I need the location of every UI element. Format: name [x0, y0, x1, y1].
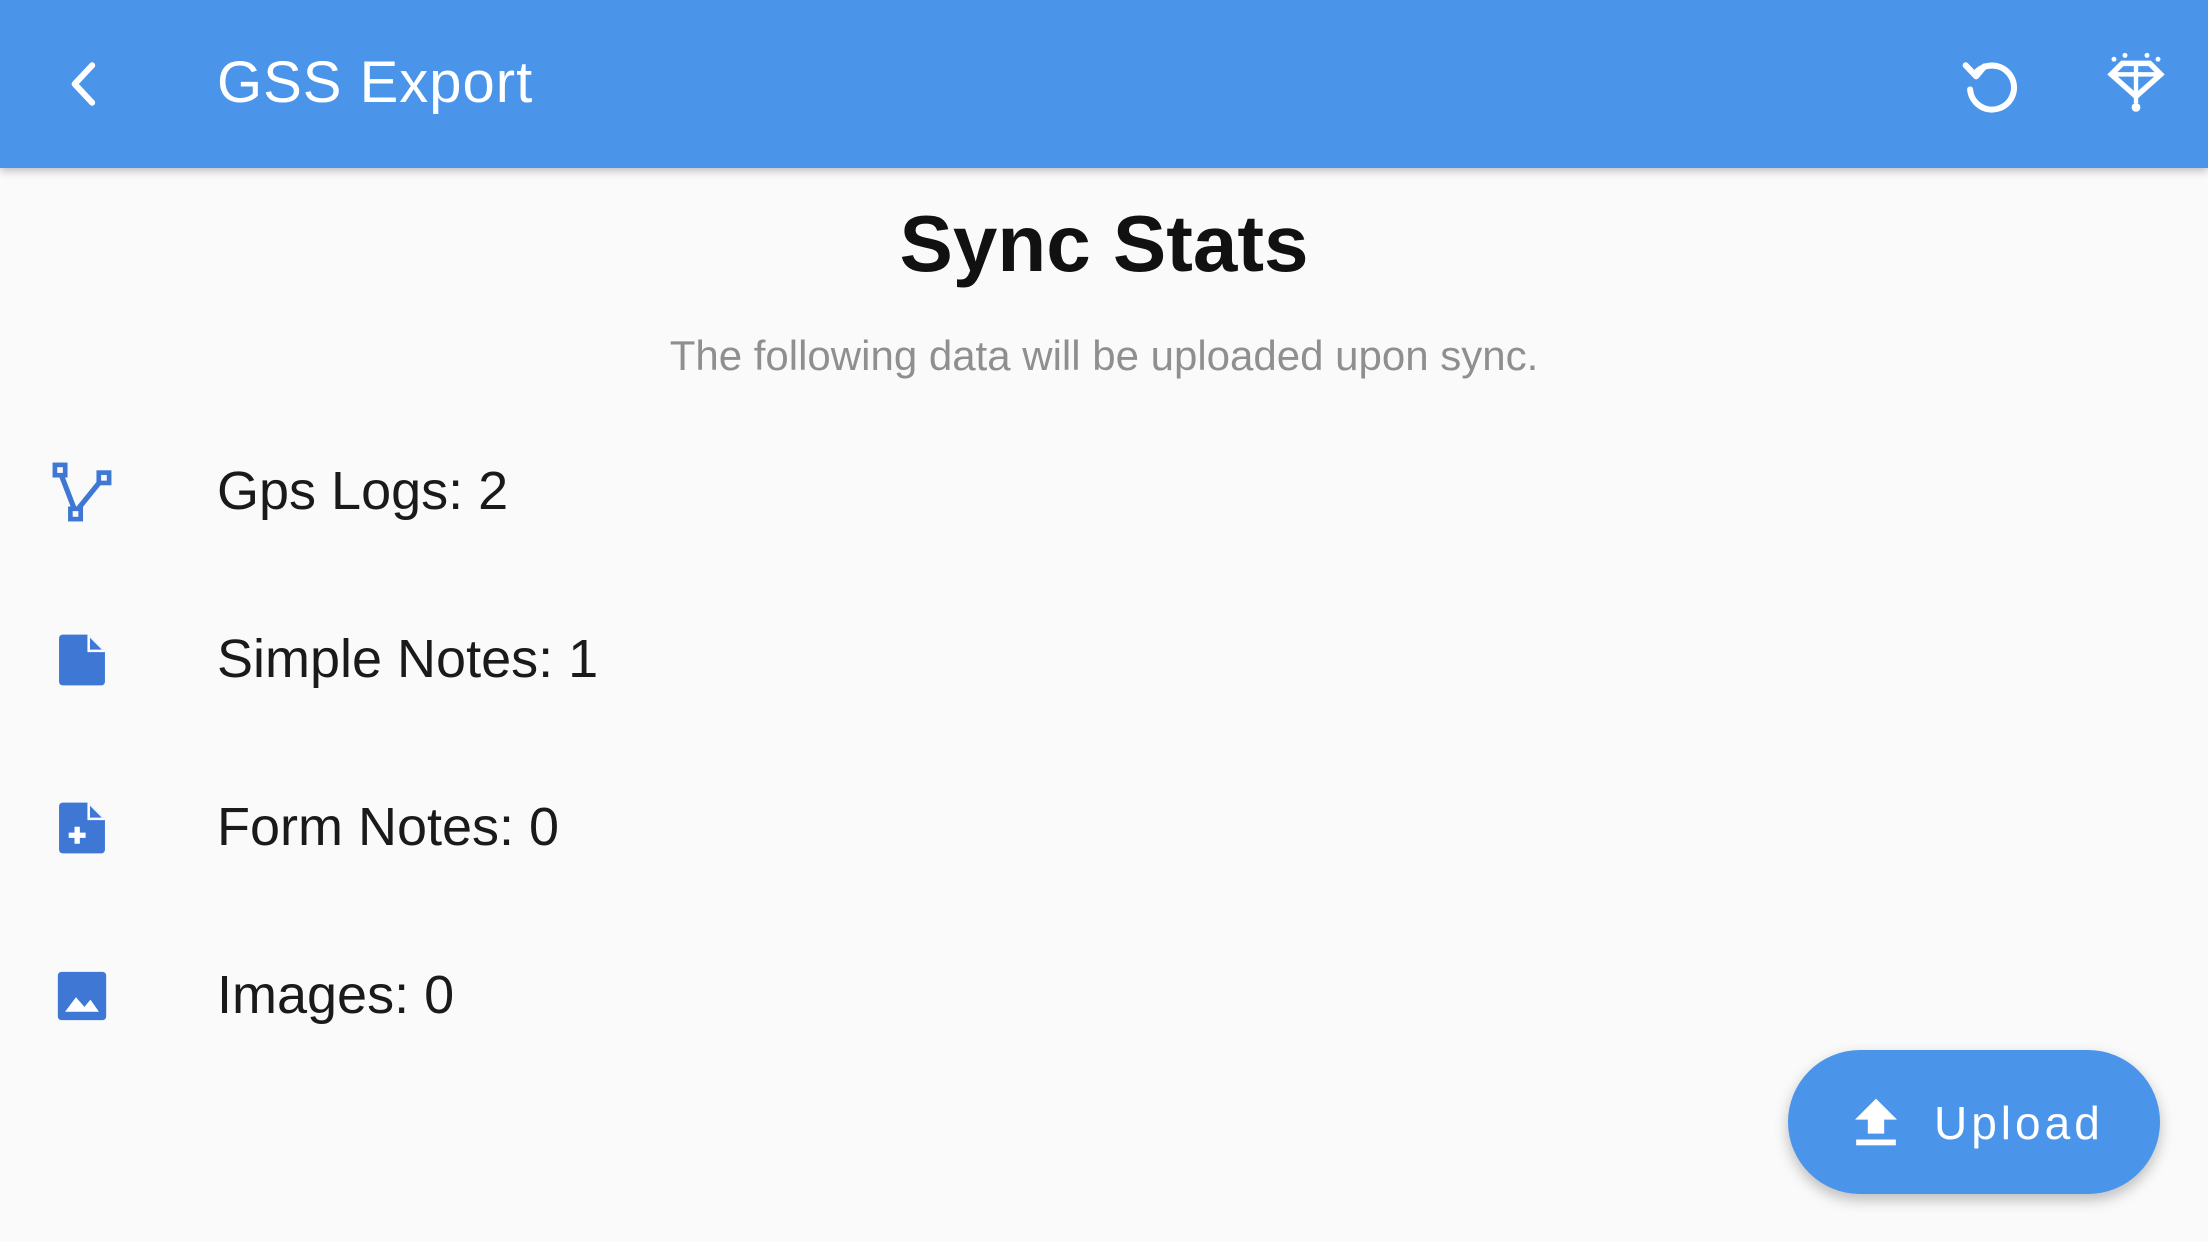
form-note-icon: [50, 796, 114, 860]
page-title: Sync Stats: [899, 199, 1309, 288]
stat-row-images: Images: 0: [0, 934, 1000, 1054]
upload-icon: [1848, 1094, 1904, 1150]
stat-row-form-notes: Form Notes: 0: [0, 766, 1000, 886]
image-icon: [50, 964, 114, 1028]
back-arrow-icon: [71, 62, 96, 106]
upload-label: Upload: [1934, 1097, 2104, 1149]
refresh-button[interactable]: [1949, 42, 2033, 126]
app-bar: GSS Export: [0, 0, 2208, 168]
stat-label: Form Notes: 0: [217, 797, 560, 857]
geo-position-button[interactable]: [2094, 42, 2178, 126]
stat-row-gps-logs: Gps Logs: 2: [0, 430, 1000, 550]
stat-label: Images: 0: [217, 965, 455, 1025]
back-button[interactable]: [42, 42, 126, 126]
stat-row-simple-notes: Simple Notes: 1: [0, 598, 1000, 718]
stat-label: Simple Notes: 1: [217, 629, 599, 689]
stat-label: Gps Logs: 2: [217, 461, 509, 521]
simple-note-icon: [50, 628, 114, 692]
upload-button[interactable]: Upload: [1788, 1050, 2160, 1194]
refresh-icon: [1962, 62, 2018, 113]
gps-log-icon: [50, 460, 114, 524]
page-subtitle: The following data will be uploaded upon…: [669, 332, 1539, 379]
geo-position-icon: [2107, 52, 2165, 112]
app-title: GSS Export: [217, 50, 534, 115]
